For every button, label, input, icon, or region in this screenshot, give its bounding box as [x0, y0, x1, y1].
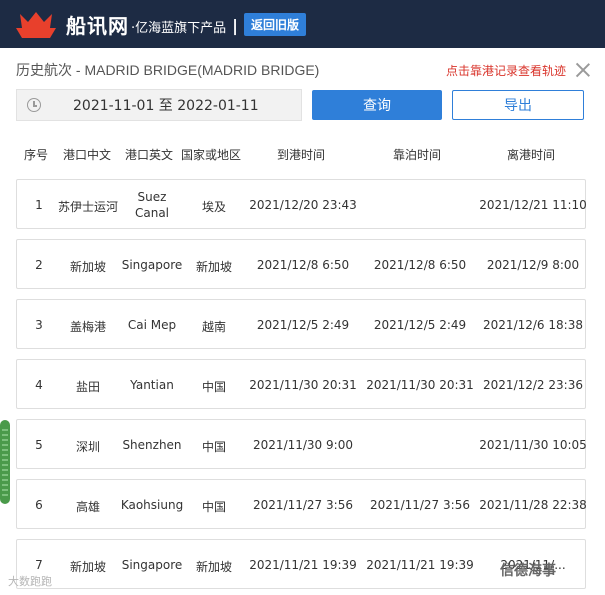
brand-name[interactable]: 船讯网	[66, 10, 129, 39]
cell-depart: 2021/12/9 8:00	[486, 258, 580, 272]
cell-depart: 2021/12/21 11:10	[479, 198, 587, 212]
cell-no: 3	[35, 318, 43, 332]
cell-arrive: 2021/11/21 19:39	[249, 558, 357, 572]
header-separator: |	[232, 15, 238, 35]
close-icon[interactable]	[574, 61, 592, 79]
view-track-link[interactable]: 点击靠港记录查看轨迹	[446, 62, 566, 79]
page-title: 历史航次 - MADRID BRIDGE(MADRID BRIDGE)	[16, 62, 320, 78]
cell-port-en: Singapore	[121, 258, 183, 272]
table-row[interactable]: 1 苏伊士运河 Suez Canal 埃及 2021/12/20 23:43 20…	[16, 179, 587, 229]
cell-berth: 2021/11/27 3:56	[370, 498, 470, 512]
cell-port-cn: 新加坡	[69, 560, 106, 574]
col-header-no: 序号	[24, 148, 49, 162]
cell-country: 中国	[201, 380, 226, 394]
brand-tagline: ·亿海蓝旗下产品	[131, 20, 227, 36]
cell-no: 5	[35, 438, 43, 452]
col-header-port-en: 港口英文	[125, 148, 174, 162]
cell-port-cn: 苏伊士运河	[57, 200, 118, 214]
watermark-right: 信德海事	[500, 563, 556, 579]
cell-no: 2	[35, 258, 43, 272]
table-row[interactable]: 5 深圳 Shenzhen 中国 2021/11/30 9:00 2021/11…	[16, 419, 587, 469]
table-row[interactable]: 4 盐田 Yantian 中国 2021/11/30 20:31 2021/11…	[16, 359, 586, 409]
cell-arrive: 2021/12/5 2:49	[256, 318, 350, 332]
cell-no: 6	[35, 498, 43, 512]
col-header-berth: 靠泊时间	[393, 148, 442, 162]
cell-arrive: 2021/11/27 3:56	[253, 498, 353, 512]
col-header-depart: 离港时间	[507, 148, 556, 162]
cell-depart: 2021/12/2 23:36	[483, 378, 583, 392]
table-row[interactable]: 6 高雄 Kaohsiung 中国 2021/11/27 3:56 2021/1…	[16, 479, 587, 529]
query-button[interactable]: 查询	[312, 90, 442, 120]
cell-port-en: Suez Canal	[117, 189, 187, 221]
table-header: 序号 港口中文 港口英文 国家或地区 到港时间 靠泊时间 离港时间	[16, 146, 586, 166]
title-row: 历史航次 - MADRID BRIDGE(MADRID BRIDGE) 点击靠港…	[16, 58, 592, 82]
top-bar: 船讯网 ·亿海蓝旗下产品 | 返回旧版	[0, 0, 605, 48]
cell-depart: 2021/12/6 18:38	[483, 318, 583, 332]
cell-no: 4	[35, 378, 43, 392]
cell-depart: 2021/11/30 10:05	[479, 438, 587, 452]
col-header-arrive: 到港时间	[277, 148, 326, 162]
table-row[interactable]: 2 新加坡 Singapore 新加坡 2021/12/8 6:50 2021/…	[16, 239, 586, 289]
table-row[interactable]: 3 盖梅港 Cai Mep 越南 2021/12/5 2:49 2021/12/…	[16, 299, 586, 349]
cell-port-cn: 盐田	[75, 380, 100, 394]
clock-icon	[27, 98, 41, 112]
title-actions: 点击靠港记录查看轨迹	[446, 61, 592, 79]
cell-country: 埃及	[201, 200, 226, 214]
cell-port-en-line1: Suez	[137, 190, 167, 204]
cell-arrive: 2021/12/20 23:43	[249, 198, 357, 212]
cell-country: 新加坡	[195, 560, 232, 574]
cell-country: 中国	[201, 440, 226, 454]
cell-port-en: Singapore	[121, 558, 183, 572]
col-header-port-cn: 港口中文	[63, 148, 112, 162]
cell-arrive: 2021/11/30 20:31	[249, 378, 357, 392]
cell-country: 新加坡	[195, 260, 232, 274]
date-range-picker[interactable]: 2021-11-01 至 2022-01-11	[16, 89, 302, 121]
cell-port-cn: 高雄	[75, 500, 100, 514]
cell-port-cn: 新加坡	[69, 260, 106, 274]
boat-logo-icon[interactable]	[14, 6, 58, 42]
cell-port-en: Cai Mep	[127, 318, 177, 332]
cell-port-en: Kaohsiung	[120, 498, 184, 512]
date-range-value: 2021-11-01 至 2022-01-11	[73, 98, 259, 114]
cell-no: 1	[35, 198, 43, 212]
cell-port-cn: 盖梅港	[69, 320, 106, 334]
cell-port-cn: 深圳	[75, 440, 100, 454]
cell-berth: 2021/12/8 6:50	[373, 258, 467, 272]
cell-berth: 2021/11/30 20:31	[366, 378, 474, 392]
cell-country: 越南	[201, 320, 226, 334]
cell-port-en: Yantian	[130, 378, 174, 392]
cell-no: 7	[35, 558, 43, 572]
cell-arrive: 2021/12/8 6:50	[256, 258, 350, 272]
cell-port-en: Shenzhen	[122, 438, 182, 452]
scroll-handle[interactable]	[0, 420, 10, 504]
export-button[interactable]: 导出	[452, 90, 584, 120]
watermark-left: 大数跑跑	[8, 575, 52, 588]
cell-berth: 2021/12/5 2:49	[373, 318, 467, 332]
col-header-country: 国家或地区	[181, 148, 242, 162]
cell-port-en-line2: Canal	[134, 206, 170, 220]
cell-arrive: 2021/11/30 9:00	[253, 438, 353, 452]
back-to-old-version-button[interactable]: 返回旧版	[243, 12, 306, 36]
cell-country: 中国	[201, 500, 226, 514]
cell-depart: 2021/11/28 22:38	[479, 498, 587, 512]
cell-berth: 2021/11/21 19:39	[366, 558, 474, 572]
